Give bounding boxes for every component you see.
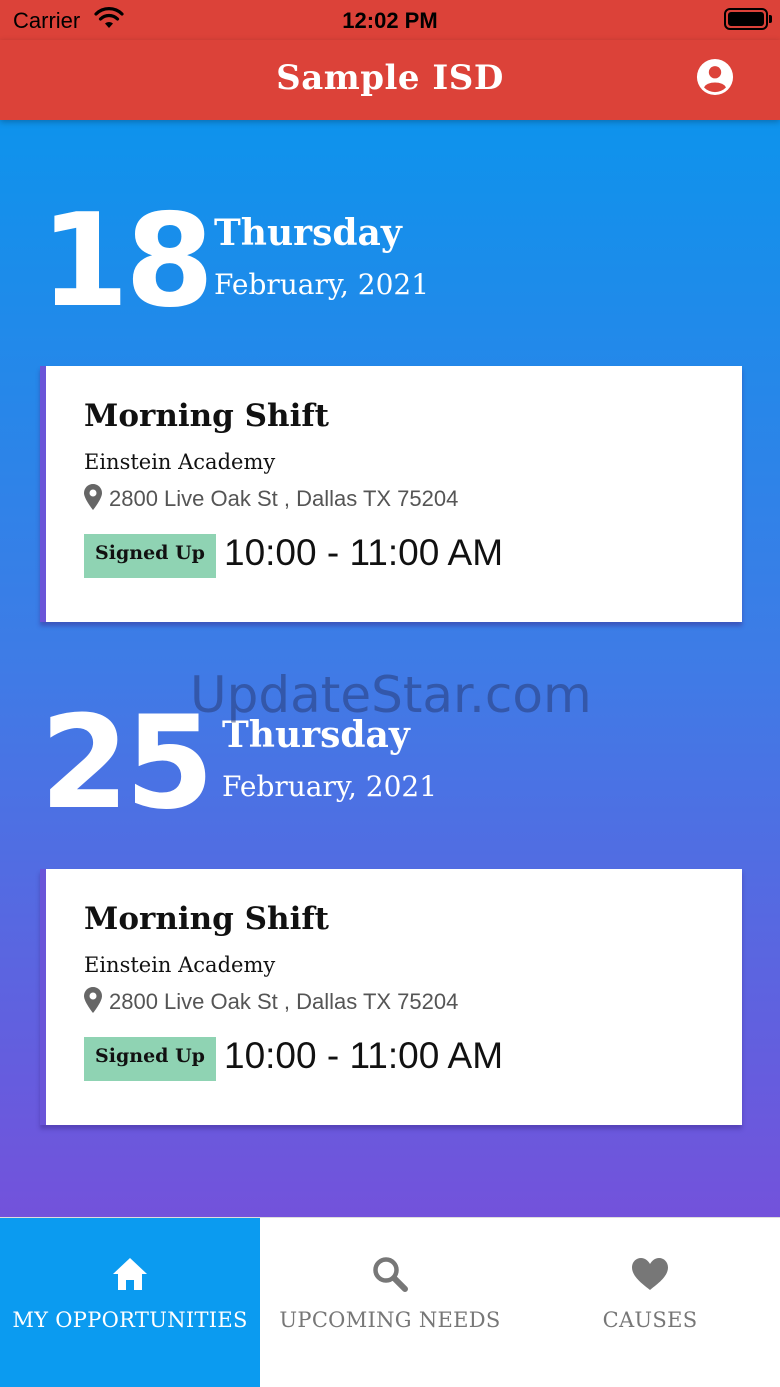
- status-bar: Carrier 12:02 PM: [0, 0, 780, 40]
- status-time: 12:02 PM: [342, 8, 438, 33]
- bottom-tab-bar: MY OPPORTUNITIES UPCOMING NEEDS CAUSES: [0, 1217, 780, 1387]
- opportunity-card[interactable]: Morning Shift Einstein Academy 2800 Live…: [40, 869, 742, 1125]
- shift-title: Morning Shift: [84, 901, 330, 937]
- day-number: 18: [40, 187, 214, 336]
- account-circle-icon[interactable]: [696, 58, 734, 96]
- address: 2800 Live Oak St , Dallas TX 75204: [109, 486, 459, 511]
- tab-upcoming-needs[interactable]: UPCOMING NEEDS: [260, 1218, 520, 1387]
- home-icon: [113, 1258, 147, 1290]
- status-badge: Signed Up: [84, 1037, 216, 1081]
- day-number: 25: [40, 689, 214, 838]
- weekday-label: Thursday: [214, 212, 402, 254]
- tab-label: CAUSES: [602, 1308, 698, 1332]
- battery-icon: [724, 8, 772, 30]
- school-name: Einstein Academy: [84, 450, 276, 474]
- heart-icon: [632, 1258, 668, 1290]
- opportunity-card[interactable]: Morning Shift Einstein Academy 2800 Live…: [40, 366, 742, 622]
- location-pin-icon: [84, 987, 102, 1013]
- status-badge: Signed Up: [84, 534, 216, 578]
- month-year-label: February, 2021: [222, 770, 438, 803]
- shift-title: Morning Shift: [84, 398, 330, 434]
- tab-my-opportunities[interactable]: MY OPPORTUNITIES: [0, 1218, 260, 1387]
- tab-label: MY OPPORTUNITIES: [12, 1308, 248, 1332]
- watermark: UpdateStar.com: [190, 666, 592, 724]
- search-icon: [373, 1257, 408, 1292]
- tab-causes[interactable]: CAUSES: [520, 1218, 780, 1387]
- time-range: 10:00 - 11:00 AM: [224, 532, 504, 573]
- tab-label: UPCOMING NEEDS: [279, 1308, 501, 1332]
- month-year-label: February, 2021: [214, 268, 430, 301]
- address: 2800 Live Oak St , Dallas TX 75204: [109, 989, 459, 1014]
- page-title: Sample ISD: [276, 58, 504, 98]
- location-pin-icon: [84, 484, 102, 510]
- app-header: Sample ISD: [0, 40, 780, 120]
- time-range: 10:00 - 11:00 AM: [224, 1035, 504, 1076]
- school-name: Einstein Academy: [84, 953, 276, 977]
